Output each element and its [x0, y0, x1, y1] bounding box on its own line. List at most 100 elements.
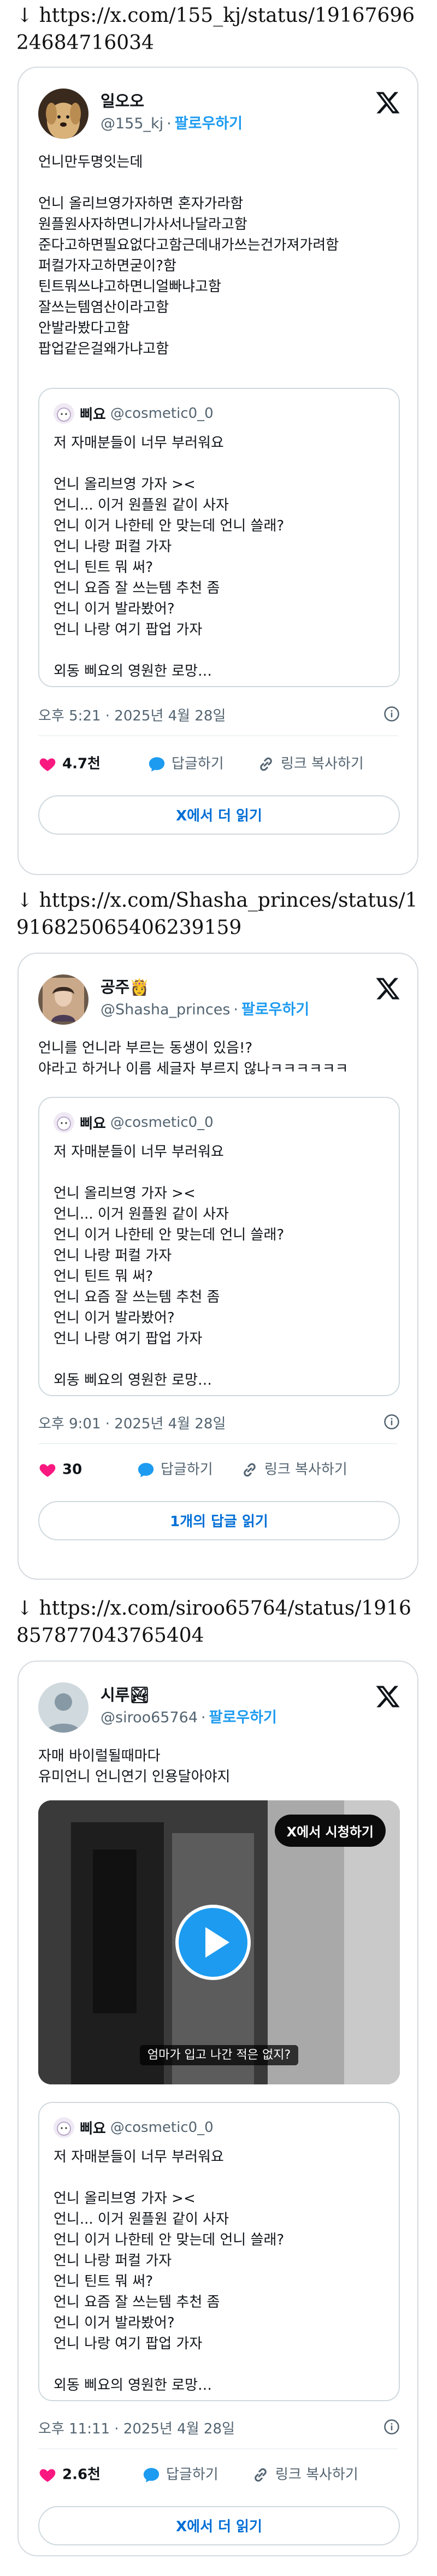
play-icon[interactable]	[175, 1904, 251, 1981]
quoted-avatar	[54, 2117, 74, 2138]
x-logo-icon[interactable]	[375, 90, 401, 116]
source-url-2[interactable]: ↓ https://x.com/Shasha_princes/status/19…	[16, 887, 421, 942]
quoted-line: 언니 올리브영 가자 ><	[54, 476, 196, 493]
separator-dot: ·	[233, 1001, 238, 1018]
tweet-actions: 2.6천 답글하기 링크 복사하기	[38, 2460, 399, 2489]
reply-bubble-icon	[138, 1462, 154, 1477]
quoted-line: 언니 나랑 여기 팝업 가자	[54, 622, 203, 638]
author-name[interactable]: 시루🏞	[101, 1682, 150, 1705]
quoted-line: 저 자매분들이 너무 부러워요	[54, 2149, 224, 2165]
follow-button[interactable]: 팔로우하기	[209, 1709, 277, 1726]
quoted-author-handle: @cosmetic0_0	[110, 2119, 214, 2136]
quoted-tweet[interactable]: 삐요 @cosmetic0_0 저 자매분들이 너무 부러워요 언니 올리브영 가…	[38, 388, 400, 687]
copy-link-button[interactable]: 링크 복사하기	[251, 2460, 358, 2489]
avatar[interactable]	[38, 88, 88, 139]
quoted-header: 삐요 @cosmetic0_0	[54, 403, 214, 425]
source-url-3[interactable]: ↓ https://x.com/siroo65764/status/191685…	[16, 1595, 421, 1650]
x-logo-icon[interactable]	[375, 1683, 401, 1710]
quoted-line: 언니 이거 발라봤어?	[54, 2315, 175, 2331]
quoted-tweet[interactable]: 삐요 @cosmetic0_0 저 자매분들이 너무 부러워요 언니 올리브영 가…	[38, 2102, 400, 2401]
quoted-line: 저 자매분들이 너무 부러워요	[54, 1144, 224, 1160]
copy-link-button[interactable]: 링크 복사하기	[240, 1455, 347, 1484]
quoted-line: 언니 나랑 퍼컬 가자	[54, 2253, 172, 2269]
quoted-header: 삐요 @cosmetic0_0	[54, 1112, 214, 1134]
reply-button[interactable]: 답글하기	[147, 749, 224, 778]
author-handle-line: @Shasha_princes · 팔로우하기	[101, 997, 309, 1019]
reply-button[interactable]: 답글하기	[137, 1455, 213, 1484]
tweet-header: 공주👸 @Shasha_princes · 팔로우하기	[19, 954, 417, 1025]
video-player[interactable]: X에서 시청하기 엄마가 입고 나간 적은 없지?	[38, 1800, 400, 2084]
tweet-timestamp[interactable]: 오후 9:01 · 2025년 4월 28일	[38, 1413, 226, 1433]
copy-link-label: 링크 복사하기	[281, 755, 364, 772]
follow-button[interactable]: 팔로우하기	[241, 1001, 309, 1018]
divider	[38, 1443, 398, 1444]
read-more-button[interactable]: X에서 더 읽기	[38, 795, 400, 835]
quoted-text: 저 자매분들이 너무 부러워요 언니 올리브영 가자 >< 언니... 이거 원…	[54, 1142, 387, 1391]
follow-button[interactable]: 팔로우하기	[175, 115, 243, 132]
copy-link-button[interactable]: 링크 복사하기	[257, 749, 364, 778]
reply-label: 답글하기	[166, 2466, 218, 2483]
tweet-timestamp[interactable]: 오후 11:11 · 2025년 4월 28일	[38, 2418, 235, 2438]
quoted-header: 삐요 @cosmetic0_0	[54, 2117, 214, 2139]
author-handle[interactable]: @155_kj	[101, 115, 163, 132]
avatar[interactable]	[38, 974, 88, 1025]
heart-icon	[39, 758, 56, 771]
quoted-line: 언니 이거 발라봤어?	[54, 1310, 175, 1326]
tweet-card-1[interactable]: 일오오 @155_kj · 팔로우하기 언니만두명잇는데 언니 올리브영가자하면 혼…	[17, 67, 418, 875]
quoted-line: 언니 이거 나한테 안 맞는데 언니 쓸래?	[54, 1227, 285, 1243]
link-icon	[244, 1463, 256, 1476]
quoted-author-handle: @cosmetic0_0	[110, 405, 214, 422]
author-handle[interactable]: @siroo65764	[101, 1709, 198, 1726]
read-more-button[interactable]: X에서 더 읽기	[38, 2506, 400, 2545]
like-button[interactable]: 2.6천	[38, 2460, 101, 2489]
author-name[interactable]: 공주👸	[101, 974, 149, 997]
info-icon[interactable]	[383, 706, 400, 722]
quoted-line: 외동 삐요의 영원한 로망…	[54, 663, 212, 680]
quoted-line: 언니... 이거 원플원 같이 사자	[54, 497, 229, 513]
divider	[38, 735, 398, 736]
quoted-line: 외동 삐요의 영원한 로망…	[54, 1372, 212, 1389]
quoted-avatar	[54, 403, 74, 424]
like-button[interactable]: 4.7천	[38, 749, 101, 778]
like-count: 30	[62, 1461, 82, 1478]
quoted-line: 외동 삐요의 영원한 로망…	[54, 2377, 212, 2394]
tweet-header: 일오오 @155_kj · 팔로우하기	[19, 68, 417, 139]
video-subtitle: 엄마가 입고 나간 적은 없지?	[38, 2045, 400, 2065]
quoted-line: 언니 요즘 잘 쓰는템 추천 좀	[54, 2294, 220, 2311]
author-name[interactable]: 일오오	[101, 88, 144, 111]
dog-avatar-icon	[38, 88, 88, 139]
video-subtitle-text: 엄마가 입고 나간 적은 없지?	[139, 2045, 299, 2065]
quoted-tweet[interactable]: 삐요 @cosmetic0_0 저 자매분들이 너무 부러워요 언니 올리브영 가…	[38, 1097, 400, 1396]
tweet-card-2[interactable]: 공주👸 @Shasha_princes · 팔로우하기 언니를 언니라 부르는 동생…	[17, 953, 418, 1580]
page: ↓ https://x.com/155_kj/status/1916769624…	[0, 0, 437, 2576]
separator-dot: ·	[201, 1709, 206, 1726]
avatar[interactable]	[38, 1682, 88, 1733]
info-icon[interactable]	[383, 2419, 400, 2435]
author-handle-line: @siroo65764 · 팔로우하기	[101, 1705, 277, 1727]
heart-icon	[39, 2468, 56, 2482]
character-avatar-icon	[54, 2117, 74, 2138]
tweet-text: 언니만두명잇는데 언니 올리브영가자하면 혼자가라함 원플원사자하면니가사서나달…	[38, 154, 339, 357]
quoted-line	[54, 2167, 387, 2188]
author-handle[interactable]: @Shasha_princes	[101, 1001, 230, 1018]
quoted-author-name: 삐요	[80, 406, 106, 423]
heart-icon	[39, 1463, 56, 1477]
tweet-timestamp[interactable]: 오후 5:21 · 2025년 4월 28일	[38, 705, 226, 725]
like-button[interactable]: 30	[38, 1455, 82, 1484]
like-count: 4.7천	[62, 755, 101, 772]
info-icon[interactable]	[383, 1414, 400, 1430]
reply-label: 답글하기	[172, 755, 224, 772]
quoted-author-name: 삐요	[80, 2120, 106, 2137]
quoted-line: 언니... 이거 원플원 같이 사자	[54, 1206, 229, 1222]
quoted-avatar	[54, 1112, 74, 1133]
quoted-text: 저 자매분들이 너무 부러워요 언니 올리브영 가자 >< 언니... 이거 원…	[54, 433, 387, 682]
source-url-1[interactable]: ↓ https://x.com/155_kj/status/1916769624…	[16, 2, 421, 57]
x-logo-icon[interactable]	[375, 976, 401, 1002]
read-replies-button[interactable]: 1개의 답글 읽기	[38, 1501, 400, 1540]
quoted-line: 언니 이거 발라봤어?	[54, 601, 175, 617]
tweet-actions: 30 답글하기 링크 복사하기	[38, 1455, 399, 1484]
reply-button[interactable]: 답글하기	[142, 2460, 218, 2489]
tweet-card-3[interactable]: 시루🏞 @siroo65764 · 팔로우하기 자매 바이럴될때마다 유미언니 언니…	[17, 1661, 418, 2556]
watch-on-x-button[interactable]: X에서 시청하기	[274, 1815, 386, 1847]
quoted-line: 언니 나랑 퍼컬 가자	[54, 539, 172, 555]
